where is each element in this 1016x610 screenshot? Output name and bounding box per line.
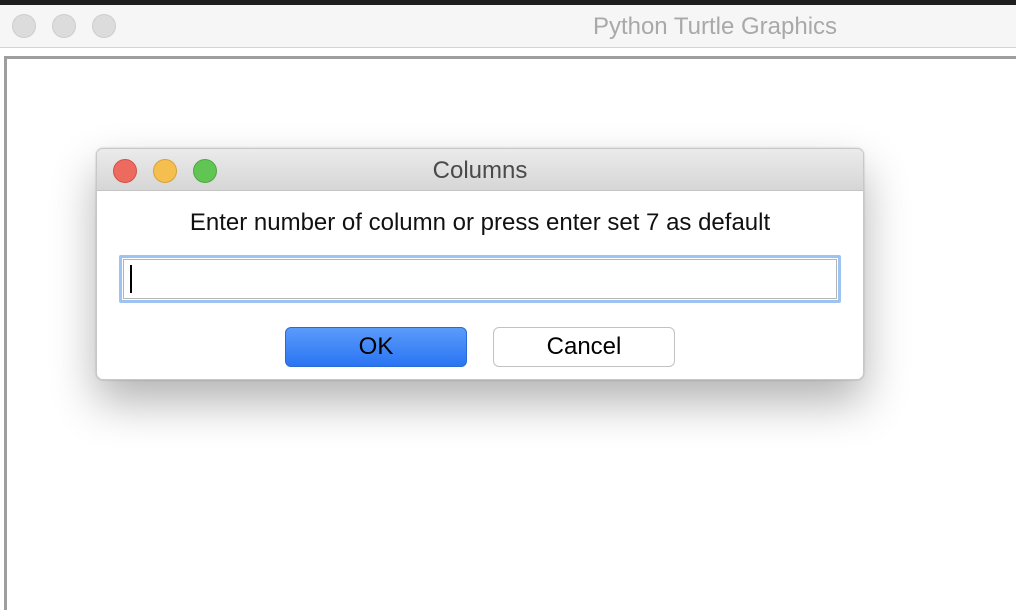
input-focus-ring	[119, 255, 841, 303]
minimize-icon[interactable]	[52, 14, 76, 38]
main-titlebar[interactable]: Python Turtle Graphics	[0, 5, 1016, 48]
columns-dialog: Columns Enter number of column or press …	[96, 148, 864, 380]
window-title: Python Turtle Graphics	[592, 13, 838, 40]
cancel-button[interactable]: Cancel	[493, 327, 675, 367]
maximize-icon[interactable]	[92, 14, 116, 38]
prompt-text: Enter number of column or press enter se…	[189, 209, 771, 236]
close-icon[interactable]	[12, 14, 36, 38]
column-count-input[interactable]	[123, 259, 837, 299]
text-caret	[130, 265, 132, 293]
dialog-title: Columns	[432, 157, 528, 184]
dialog-titlebar[interactable]: Columns	[97, 149, 863, 191]
ok-button[interactable]: OK	[285, 327, 467, 367]
